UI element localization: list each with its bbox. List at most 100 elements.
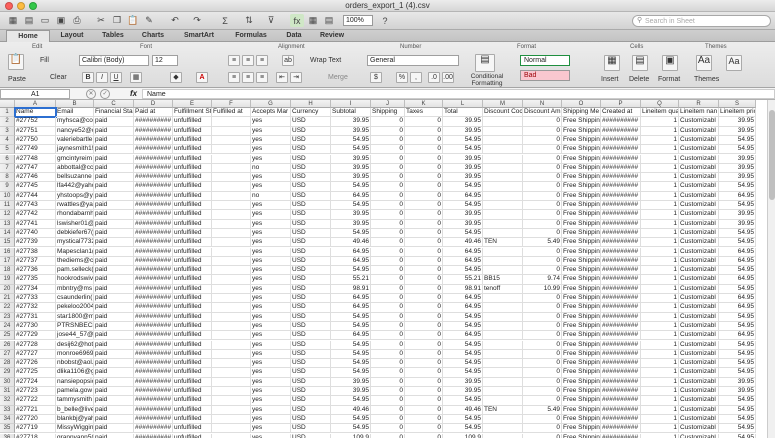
table-cell[interactable]: 0	[523, 219, 562, 229]
table-cell[interactable]: 0	[523, 126, 562, 136]
table-cell[interactable]: 54.95	[331, 266, 371, 276]
table-cell[interactable]: unfulfilled	[173, 163, 212, 174]
table-cell[interactable]: Customizabl	[679, 312, 719, 322]
table-cell[interactable]: 109.9	[443, 433, 483, 438]
table-cell[interactable]: 1	[641, 256, 679, 267]
table-cell[interactable]: 64.95	[719, 256, 756, 267]
table-cell[interactable]	[483, 424, 523, 434]
table-cell[interactable]: nancye52@c	[56, 126, 94, 136]
table-cell[interactable]: #27724	[15, 377, 56, 387]
table-cell[interactable]: 64.95	[331, 294, 371, 304]
table-cell[interactable]: #27726	[15, 359, 56, 369]
column-header-c[interactable]: C	[94, 100, 134, 108]
table-cell[interactable]: yes	[251, 424, 291, 434]
tab-charts[interactable]: Charts	[136, 30, 170, 42]
table-cell[interactable]: 0	[405, 321, 443, 332]
percent-format-icon[interactable]: %	[396, 72, 408, 83]
table-cell[interactable]: 0	[523, 359, 562, 369]
table-cell[interactable]: 0	[371, 377, 405, 387]
header-cell[interactable]: Discount Coc	[483, 108, 523, 118]
row-header[interactable]: 31	[0, 387, 15, 397]
table-cell[interactable]: 0	[405, 256, 443, 267]
table-cell[interactable]: 1	[641, 377, 679, 387]
table-cell[interactable]: paid	[94, 294, 134, 304]
table-cell[interactable]: unfulfilled	[173, 312, 212, 322]
table-cell[interactable]: 0	[371, 396, 405, 406]
table-cell[interactable]: 64.95	[331, 256, 371, 267]
column-header-q[interactable]: Q	[641, 100, 679, 108]
table-cell[interactable]: b_belle@live	[56, 405, 94, 415]
table-cell[interactable]: 64.95	[331, 247, 371, 257]
table-cell[interactable]: USD	[291, 117, 331, 127]
table-cell[interactable]: 0	[523, 312, 562, 322]
table-cell[interactable]	[212, 368, 251, 378]
table-cell[interactable]: ##########	[134, 284, 173, 294]
table-cell[interactable]: 0	[523, 210, 562, 220]
table-cell[interactable]: Customizabl	[679, 135, 719, 146]
select-all-corner[interactable]	[0, 100, 15, 108]
header-cell[interactable]: Shipping Me	[562, 108, 601, 118]
table-cell[interactable]: 39.95	[443, 117, 483, 127]
table-cell[interactable]	[212, 275, 251, 285]
table-cell[interactable]: 1	[641, 247, 679, 257]
table-cell[interactable]: 0	[371, 405, 405, 415]
font-size-select[interactable]: 12	[152, 55, 178, 66]
table-cell[interactable]	[212, 154, 251, 164]
table-cell[interactable]: USD	[291, 368, 331, 378]
table-cell[interactable]: 1	[641, 238, 679, 248]
table-cell[interactable]: 0	[371, 191, 405, 201]
table-cell[interactable]: unfulfilled	[173, 359, 212, 369]
table-cell[interactable]: Free Shippin	[562, 275, 601, 285]
table-cell[interactable]: 0	[405, 210, 443, 220]
table-cell[interactable]: #27751	[15, 126, 56, 136]
table-cell[interactable]: 54.95	[331, 396, 371, 406]
table-cell[interactable]: 0	[405, 349, 443, 360]
table-cell[interactable]: #27719	[15, 424, 56, 434]
table-cell[interactable]	[483, 368, 523, 378]
header-cell[interactable]: Total	[443, 108, 483, 118]
table-cell[interactable]: paid	[94, 135, 134, 146]
table-cell[interactable]: 0	[371, 387, 405, 397]
table-cell[interactable]: 39.95	[443, 377, 483, 387]
table-cell[interactable]: 1	[641, 396, 679, 406]
table-cell[interactable]: 0	[405, 201, 443, 211]
fill-color-icon[interactable]: ◆	[170, 72, 182, 83]
italic-icon[interactable]: I	[96, 72, 108, 83]
row-header[interactable]: 26	[0, 340, 15, 350]
autosum-icon[interactable]: Σ	[218, 14, 232, 27]
table-cell[interactable]: 0	[523, 368, 562, 378]
table-cell[interactable]: 54.95	[443, 424, 483, 434]
table-cell[interactable]: 0	[371, 210, 405, 220]
table-cell[interactable]: unfulfilled	[173, 191, 212, 201]
table-cell[interactable]: USD	[291, 312, 331, 322]
table-cell[interactable]: paid	[94, 284, 134, 294]
row-header[interactable]: 34	[0, 414, 15, 425]
column-header-j[interactable]: J	[371, 100, 405, 108]
table-cell[interactable]: 1	[641, 210, 679, 220]
table-cell[interactable]: #27736	[15, 266, 56, 276]
table-cell[interactable]: 64.95	[443, 256, 483, 267]
table-cell[interactable]	[212, 359, 251, 369]
table-cell[interactable]	[212, 331, 251, 341]
table-cell[interactable]: 0	[371, 312, 405, 322]
table-cell[interactable]: yes	[251, 266, 291, 276]
table-cell[interactable]: 64.95	[719, 303, 756, 313]
table-cell[interactable]: 0	[523, 340, 562, 350]
table-cell[interactable]: paid	[94, 377, 134, 387]
table-cell[interactable]: ##########	[601, 321, 641, 332]
table-cell[interactable]	[212, 256, 251, 267]
row-header[interactable]: 23	[0, 312, 15, 322]
table-cell[interactable]: #27748	[15, 154, 56, 164]
table-cell[interactable]: Customizabl	[679, 359, 719, 369]
table-cell[interactable]: #27735	[15, 275, 56, 285]
table-cell[interactable]: Free Shippin	[562, 349, 601, 360]
table-cell[interactable]: tammysmith	[56, 396, 94, 406]
table-cell[interactable]: USD	[291, 284, 331, 294]
table-cell[interactable]: USD	[291, 321, 331, 332]
table-cell[interactable]: 0	[523, 201, 562, 211]
table-cell[interactable]: 9.74	[523, 275, 562, 285]
table-cell[interactable]: paid	[94, 349, 134, 360]
table-cell[interactable]: Free Shippin	[562, 368, 601, 378]
table-cell[interactable]: ##########	[134, 349, 173, 360]
table-cell[interactable]	[212, 135, 251, 146]
